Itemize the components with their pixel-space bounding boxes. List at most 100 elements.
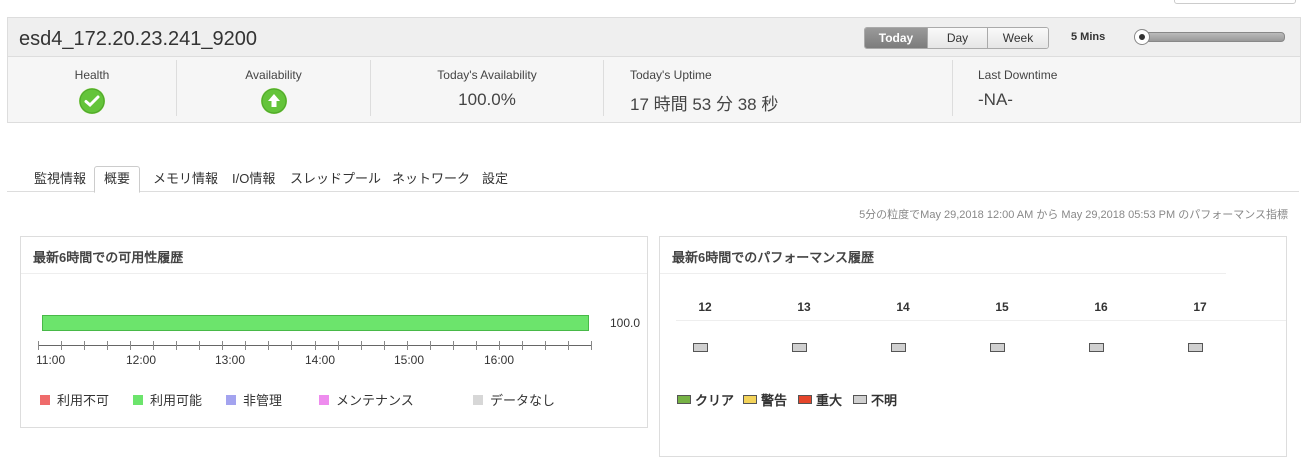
interval-label: 5 Mins [1071, 31, 1106, 43]
axis-tick-label: 12:00 [126, 353, 157, 367]
axis-tick-label: 16:00 [484, 353, 515, 367]
availability-bar [42, 315, 589, 331]
card-divider [21, 273, 647, 274]
axis-tick [499, 341, 500, 350]
today-availability-label: Today's Availability [437, 68, 537, 82]
uptime-cell: Today's Uptime 17 時間 53 分 38 秒 [630, 58, 950, 122]
legend-unmanaged: 非管理 [226, 390, 282, 409]
legend-unknown: 不明 [853, 390, 897, 409]
axis-tick [153, 341, 154, 350]
axis-tick [84, 341, 85, 350]
slider-handle[interactable] [1134, 29, 1150, 45]
legend-no-data-label: データなし [490, 393, 556, 408]
availability-up-icon [260, 88, 287, 114]
legend-no-data-swatch [473, 394, 483, 405]
axis-tick [568, 341, 569, 350]
legend-maintenance-label: メンテナンス [336, 393, 414, 408]
legend-unknown-label: 不明 [871, 393, 898, 408]
axis-tick [545, 341, 546, 350]
tab-overview[interactable]: 概要 [94, 166, 141, 193]
legend-available-swatch [133, 394, 143, 405]
health-label: Health [74, 68, 110, 82]
axis-tick [453, 341, 454, 350]
status-cell-unknown[interactable] [792, 343, 807, 352]
availability-history-title: 最新6時間での可用性履歴 [33, 250, 184, 265]
axis-tick [430, 341, 431, 350]
hour-label: 13 [797, 300, 811, 314]
axis-tick [407, 341, 408, 350]
legend-critical-label: 重大 [816, 393, 843, 408]
axis-tick [315, 341, 316, 350]
range-day-button[interactable]: Day [928, 28, 988, 48]
legend-critical-swatch [798, 395, 812, 404]
availability-label: Availability [245, 68, 302, 82]
status-cell-unknown[interactable] [693, 343, 708, 352]
axis-tick [222, 341, 223, 350]
downtime-value: -NA- [978, 90, 1013, 109]
range-week-button[interactable]: Week [988, 28, 1048, 48]
axis-tick [522, 341, 523, 350]
status-cell-unknown[interactable] [1188, 343, 1203, 352]
axis-tick [38, 341, 39, 350]
axis-tick [268, 341, 269, 350]
axis-tick [199, 341, 200, 350]
divider [603, 60, 604, 116]
legend-maintenance-swatch [319, 394, 329, 405]
legend-clear-swatch [677, 395, 691, 404]
tab-io-info[interactable]: I/O情報 [223, 166, 284, 191]
legend-unavailable: 利用不可 [40, 390, 109, 409]
interval-slider[interactable] [1134, 29, 1285, 45]
card-divider [660, 273, 1226, 274]
time-range-note: 5分の粒度でMay 29,2018 12:00 AM から May 29,201… [859, 209, 1288, 221]
axis-tick [130, 341, 131, 350]
hour-label: 12 [698, 300, 712, 314]
status-cell-unknown[interactable] [891, 343, 906, 352]
status-cell-unknown[interactable] [1089, 343, 1104, 352]
legend-unavailable-swatch [40, 394, 50, 405]
axis-tick [384, 341, 385, 350]
downtime-label: Last Downtime [978, 68, 1058, 82]
axis-tick [361, 341, 362, 350]
status-cell-unknown[interactable] [990, 343, 1005, 352]
axis-tick-label: 15:00 [394, 353, 425, 367]
legend-available-label: 利用可能 [150, 393, 203, 408]
axis-tick [176, 341, 177, 350]
uptime-label: Today's Uptime [630, 68, 712, 82]
top-control[interactable] [1174, 0, 1296, 4]
legend-critical: 重大 [798, 390, 842, 409]
today-availability-cell: Today's Availability 100.0% [371, 58, 603, 122]
range-today-button[interactable]: Today [865, 28, 928, 48]
uptime-value: 17 時間 53 分 38 秒 [630, 95, 779, 114]
legend-no-data: データなし [473, 390, 555, 409]
tab-network[interactable]: ネットワーク [383, 166, 479, 191]
panel-header: esd4_172.20.23.241_9200 Today Day Week 5… [8, 18, 1300, 57]
hour-label: 17 [1193, 300, 1207, 314]
health-ok-icon [79, 88, 105, 114]
axis-tick [476, 341, 477, 350]
legend-warning-swatch [743, 395, 757, 404]
hour-label: 14 [896, 300, 910, 314]
legend-clear: クリア [677, 390, 734, 409]
downtime-cell: Last Downtime -NA- [978, 58, 1278, 122]
legend-unavailable-label: 利用不可 [57, 393, 110, 408]
axis-tick [245, 341, 246, 350]
axis-tick [107, 341, 108, 350]
monitor-summary-panel: esd4_172.20.23.241_9200 Today Day Week 5… [7, 17, 1301, 123]
tab-memory-info[interactable]: メモリ情報 [144, 166, 227, 191]
availability-bar-value: 100.0 [610, 316, 641, 330]
health-cell: Health [8, 58, 176, 122]
legend-maintenance: メンテナンス [319, 390, 414, 409]
hour-label: 15 [995, 300, 1009, 314]
axis-tick-label: 13:00 [215, 353, 246, 367]
tab-thread-pool[interactable]: スレッドプール [281, 166, 390, 191]
legend-available: 利用可能 [133, 390, 202, 409]
tab-settings[interactable]: 設定 [473, 166, 517, 191]
axis-tick-label: 11:00 [36, 353, 66, 367]
tab-monitor-info[interactable]: 監視情報 [25, 166, 95, 191]
availability-cell: Availability [177, 58, 370, 122]
hour-label: 16 [1094, 300, 1108, 314]
time-range-toggle: Today Day Week [864, 27, 1049, 49]
row-divider [676, 320, 1286, 321]
tab-bar: 監視情報 概要 メモリ情報 I/O情報 スレッドプール ネットワーク 設定 [7, 166, 1299, 193]
axis-tick [591, 341, 592, 350]
